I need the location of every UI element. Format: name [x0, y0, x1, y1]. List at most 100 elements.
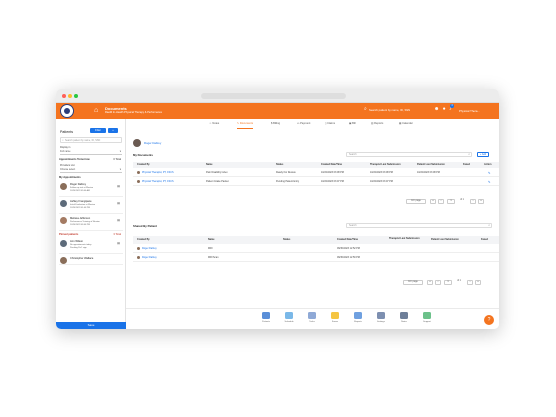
card-menu-icon[interactable]: ▤ — [117, 218, 120, 222]
page-size-select[interactable]: 10 / page — [403, 280, 423, 285]
shared-documents-title: Shared By Patient — [133, 224, 157, 228]
bottom-nav-support[interactable]: Support — [415, 312, 439, 323]
pinned-patients-section[interactable]: Pinned patients 3 Total — [59, 232, 123, 237]
bottom-nav-tasks[interactable]: Tasks — [300, 312, 324, 323]
address-bar[interactable] — [201, 93, 346, 99]
help-icon[interactable]: ● — [443, 106, 447, 112]
my-documents-search-input[interactable]: Search ⌕ — [346, 152, 472, 157]
patient-search-input[interactable]: ⌕ Search patient by name, ID, SSN — [60, 137, 122, 143]
edit-icon[interactable]: ✎ — [488, 178, 491, 186]
avatar — [60, 217, 67, 224]
bottom-nav-reports[interactable]: Reports — [346, 312, 370, 323]
bottom-nav-schedule[interactable]: Schedule — [277, 312, 301, 323]
tab-claims[interactable]: ▯ Claims — [325, 121, 335, 129]
notes-icon — [400, 312, 408, 319]
first-page-button[interactable]: « — [427, 280, 433, 285]
page-total: of 1 — [457, 280, 461, 282]
table-row[interactable]: Roger Daltrey MRI 09/30/2023 12:52 PM — [133, 245, 499, 253]
avatar — [133, 139, 141, 147]
edit-icon[interactable]: ✎ — [488, 169, 491, 177]
page-number-input[interactable]: 1 — [447, 199, 455, 204]
chevron-down-icon: ▾ — [119, 150, 121, 153]
shared-documents-header-row: Created By Name Status Created Date/Time… — [133, 236, 499, 244]
list-item[interactable]: Ashley Frangipane Initial Evaluation at … — [59, 198, 123, 214]
page-total: of 1 — [460, 199, 464, 201]
help-fab-button[interactable]: ? — [484, 315, 494, 325]
patient-name-link[interactable]: Roger Daltrey — [144, 141, 161, 145]
filter-button[interactable]: Filter — [90, 128, 106, 133]
avatar — [60, 200, 67, 207]
tab-notes[interactable]: ☺ Notes — [209, 121, 219, 129]
tab-reports[interactable]: ▥ Reports — [371, 121, 383, 129]
chevron-down-icon: ▾ — [119, 168, 121, 171]
user-menu[interactable]: Physical Thera... — [459, 109, 480, 113]
search-icon: ⌕ — [364, 106, 367, 112]
add-patient-button[interactable]: + — [108, 128, 118, 133]
patients-sidebar: Patients Filter + ⌕ Search patient by nam… — [56, 119, 126, 329]
maximize-window-button[interactable] — [74, 94, 78, 98]
list-item[interactable]: Melissa Jefferson Performance Training a… — [59, 215, 123, 231]
table-row[interactable]: Physical Therapist, PT, CSCS Patient Int… — [133, 178, 499, 186]
display-in-select[interactable]: Full name ▾ — [60, 150, 122, 155]
tab-bill[interactable]: ▣ Bill — [349, 121, 356, 129]
last-page-button[interactable]: » — [478, 199, 484, 204]
tab-billing[interactable]: $ Billing — [271, 121, 280, 129]
support-icon — [423, 312, 431, 319]
tab-calendar[interactable]: ▦ Calendar — [399, 121, 413, 129]
avatar — [60, 240, 67, 247]
notification-badge: 3 — [450, 104, 454, 108]
list-item[interactable]: Christopher Wallace — [59, 255, 123, 265]
add-document-button[interactable]: + Add — [477, 152, 489, 157]
tab-payment[interactable]: ▭ Payment — [297, 121, 310, 129]
card-menu-icon[interactable]: ▤ — [117, 201, 120, 205]
page-number-input[interactable]: 1 — [444, 280, 452, 285]
list-item[interactable]: Ann Wilson No appointments today Pending… — [59, 238, 123, 254]
sidebar-title: Patients — [60, 130, 73, 134]
prev-page-button[interactable]: ‹ — [435, 280, 441, 285]
provider-select[interactable]: Choose select ▾ — [60, 168, 122, 173]
app-window: ⌂ Documents RaeRi In-Health Physical The… — [56, 89, 499, 329]
bottom-nav-patients[interactable]: Patients — [254, 312, 278, 323]
bottom-nav-settings[interactable]: Settings — [369, 312, 393, 323]
first-page-button[interactable]: « — [430, 199, 436, 204]
prev-page-button[interactable]: ‹ — [438, 199, 444, 204]
minimize-window-button[interactable] — [68, 94, 72, 98]
appointments-tomorrow-section[interactable]: Appointments Tomorrow 0 Total — [59, 157, 123, 162]
save-button[interactable]: Save — [56, 322, 126, 329]
patients-icon — [262, 312, 270, 319]
global-search[interactable]: ⌕ Search patient by name, ID, SSN — [364, 106, 410, 112]
clinic-name: RaeRi In-Health Physical Therapy & Perfo… — [105, 111, 163, 114]
schedule-icon — [285, 312, 293, 319]
close-window-button[interactable] — [62, 94, 66, 98]
bottom-nav-notes[interactable]: Notes — [392, 312, 416, 323]
page-size-select[interactable]: 10 / page — [406, 199, 426, 204]
users-icon[interactable]: ☻ — [434, 106, 440, 112]
my-appointments-section[interactable]: My Appointments — [59, 175, 123, 180]
search-icon: ⌕ — [62, 138, 64, 142]
avatar — [60, 257, 67, 264]
table-row[interactable]: Physical Therapist, PT, CSCS Pain Disabi… — [133, 169, 499, 177]
card-menu-icon[interactable]: ▤ — [117, 241, 120, 245]
reports-icon — [354, 312, 362, 319]
shared-documents-search-input[interactable]: Search ⌕ — [346, 223, 492, 228]
home-icon[interactable]: ⌂ — [94, 107, 98, 114]
avatar — [60, 183, 67, 190]
my-documents-header-row: Created By Name Status Created Date/Time… — [133, 162, 499, 168]
top-bar: ⌂ Documents RaeRi In-Health Physical The… — [56, 103, 499, 119]
display-in-label: Display in — [60, 146, 71, 149]
provider-label: Providers List — [60, 164, 75, 167]
forms-icon — [331, 312, 339, 319]
my-documents-title: My Documents — [133, 153, 153, 157]
table-row[interactable]: Roger Daltrey MRI Scan 09/30/2023 12:50 … — [133, 254, 499, 262]
bottom-nav-forms[interactable]: Forms — [323, 312, 347, 323]
list-item[interactable]: Roger Daltrey Follow-up visit at Weston … — [59, 181, 123, 197]
search-icon: ⌕ — [468, 152, 470, 156]
next-page-button[interactable]: › — [470, 199, 476, 204]
tab-documents[interactable]: ✎ Documents — [237, 121, 254, 129]
next-page-button[interactable]: › — [467, 280, 473, 285]
tasks-icon — [308, 312, 316, 319]
logo — [60, 104, 74, 118]
settings-icon — [377, 312, 385, 319]
last-page-button[interactable]: » — [475, 280, 481, 285]
card-menu-icon[interactable]: ▤ — [117, 184, 120, 188]
